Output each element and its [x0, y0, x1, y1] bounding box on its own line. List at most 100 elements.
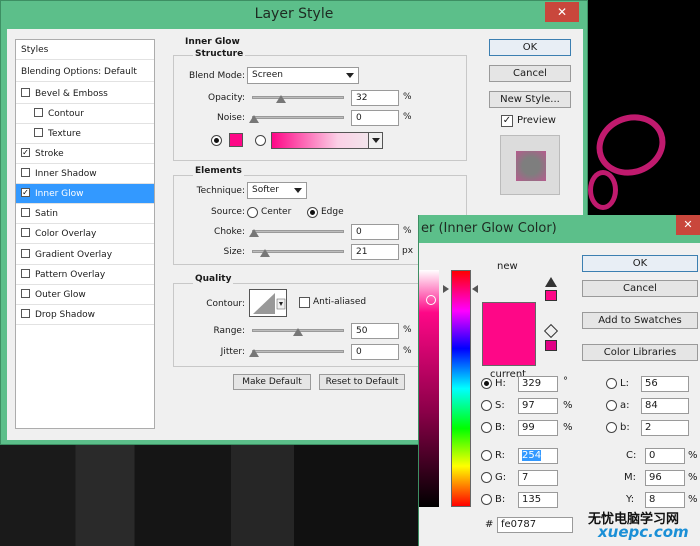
style-item-drop-shadow[interactable]: Drop Shadow: [16, 305, 154, 325]
close-button[interactable]: ✕: [545, 2, 579, 22]
color-field[interactable]: [419, 270, 439, 507]
checkbox-checked[interactable]: ✓: [21, 148, 30, 157]
technique-select[interactable]: Softer: [247, 182, 307, 199]
cancel-button[interactable]: Cancel: [582, 280, 698, 297]
preview-checkbox[interactable]: ✓: [501, 115, 513, 127]
red-radio[interactable]: [481, 450, 492, 461]
style-item-inner-glow[interactable]: ✓ Inner Glow: [16, 184, 154, 204]
size-input[interactable]: 21: [351, 244, 399, 260]
style-item-gradient-overlay[interactable]: Gradient Overlay: [16, 245, 154, 265]
saturation-radio[interactable]: [481, 400, 492, 411]
jitter-slider[interactable]: [252, 350, 344, 353]
jitter-input[interactable]: 0: [351, 344, 399, 360]
new-style-button[interactable]: New Style...: [489, 91, 571, 108]
checkbox[interactable]: [21, 249, 30, 258]
web-safe-cube-icon[interactable]: [543, 323, 559, 339]
noise-slider-handle[interactable]: [249, 115, 259, 123]
source-edge-label: Edge: [321, 207, 344, 217]
make-default-button[interactable]: Make Default: [233, 374, 311, 390]
checkbox-checked[interactable]: ✓: [21, 188, 30, 197]
style-item-bevel-emboss[interactable]: Bevel & Emboss: [16, 84, 154, 104]
range-slider-handle[interactable]: [293, 328, 303, 336]
source-edge-radio[interactable]: [307, 207, 318, 218]
checkbox[interactable]: [21, 269, 30, 278]
hue-slider-left-arrow[interactable]: [443, 285, 449, 293]
contour-picker[interactable]: [249, 289, 287, 317]
style-item-texture[interactable]: Texture: [16, 124, 154, 144]
styles-header[interactable]: Styles: [16, 40, 154, 60]
source-center-radio[interactable]: [247, 207, 258, 218]
gamut-swatch[interactable]: [545, 290, 557, 301]
noise-input[interactable]: 0: [351, 110, 399, 126]
range-input[interactable]: 50: [351, 323, 399, 339]
checkbox[interactable]: [34, 108, 43, 117]
checkbox[interactable]: [21, 88, 30, 97]
choke-slider-handle[interactable]: [249, 229, 259, 237]
hex-input[interactable]: fe0787: [497, 517, 573, 533]
hue-slider-right-arrow[interactable]: [472, 285, 478, 293]
lab-b-radio[interactable]: [606, 422, 617, 433]
cancel-button[interactable]: Cancel: [489, 65, 571, 82]
ok-button[interactable]: OK: [489, 39, 571, 56]
yellow-input[interactable]: 8: [645, 492, 685, 508]
green-input[interactable]: 7: [518, 470, 558, 486]
style-item-satin[interactable]: Satin: [16, 204, 154, 224]
saturation-input[interactable]: 97: [518, 398, 558, 414]
red-input[interactable]: 254: [518, 448, 558, 464]
technique-label: Technique:: [196, 186, 245, 196]
ok-button[interactable]: OK: [582, 255, 698, 272]
noise-unit: %: [403, 112, 412, 122]
preview-label: Preview: [517, 115, 556, 126]
lab-a-input[interactable]: 84: [641, 398, 689, 414]
jitter-slider-handle[interactable]: [249, 349, 259, 357]
hue-radio[interactable]: [481, 378, 492, 389]
noise-slider[interactable]: [252, 116, 344, 119]
gradient-radio[interactable]: [255, 135, 266, 146]
style-item-outer-glow[interactable]: Outer Glow: [16, 285, 154, 305]
noise-label: Noise:: [217, 113, 245, 123]
color-libraries-button[interactable]: Color Libraries: [582, 344, 698, 361]
checkbox[interactable]: [34, 128, 43, 137]
lab-b-input[interactable]: 2: [641, 420, 689, 436]
opacity-input[interactable]: 32: [351, 90, 399, 106]
green-radio[interactable]: [481, 472, 492, 483]
checkbox[interactable]: [21, 208, 30, 217]
solid-color-radio[interactable]: [211, 135, 222, 146]
brightness-input[interactable]: 99: [518, 420, 558, 436]
add-to-swatches-button[interactable]: Add to Swatches: [582, 312, 698, 329]
close-icon[interactable]: ✕: [676, 215, 700, 235]
style-item-pattern-overlay[interactable]: Pattern Overlay: [16, 265, 154, 285]
hue-input[interactable]: 329: [518, 376, 558, 392]
blue-input[interactable]: 135: [518, 492, 558, 508]
brightness-radio[interactable]: [481, 422, 492, 433]
opacity-slider[interactable]: [252, 96, 344, 99]
lab-l-input[interactable]: 56: [641, 376, 689, 392]
magenta-input[interactable]: 96: [645, 470, 685, 486]
anti-aliased-checkbox[interactable]: [299, 297, 310, 308]
choke-input[interactable]: 0: [351, 224, 399, 240]
cyan-input[interactable]: 0: [645, 448, 685, 464]
style-item-stroke[interactable]: ✓ Stroke: [16, 144, 154, 164]
checkbox[interactable]: [21, 168, 30, 177]
lab-l-radio[interactable]: [606, 378, 617, 389]
style-item-color-overlay[interactable]: Color Overlay: [16, 224, 154, 244]
checkbox[interactable]: [21, 289, 30, 298]
color-field-cursor[interactable]: [426, 295, 436, 305]
glow-color-swatch[interactable]: [229, 133, 243, 147]
hue-slider[interactable]: [451, 270, 471, 507]
lab-a-radio[interactable]: [606, 400, 617, 411]
blend-mode-select[interactable]: Screen: [247, 67, 359, 84]
warning-icon[interactable]: [545, 277, 557, 287]
checkbox[interactable]: [21, 228, 30, 237]
blending-options-item[interactable]: Blending Options: Default: [16, 62, 154, 82]
opacity-slider-handle[interactable]: [276, 95, 286, 103]
size-slider-handle[interactable]: [260, 249, 270, 257]
style-item-inner-shadow[interactable]: Inner Shadow: [16, 164, 154, 184]
blue-radio[interactable]: [481, 494, 492, 505]
choke-slider[interactable]: [252, 230, 344, 233]
web-safe-swatch[interactable]: [545, 340, 557, 351]
checkbox[interactable]: [21, 309, 30, 318]
reset-default-button[interactable]: Reset to Default: [319, 374, 405, 390]
style-item-contour[interactable]: Contour: [16, 104, 154, 124]
gradient-picker[interactable]: [271, 132, 383, 149]
